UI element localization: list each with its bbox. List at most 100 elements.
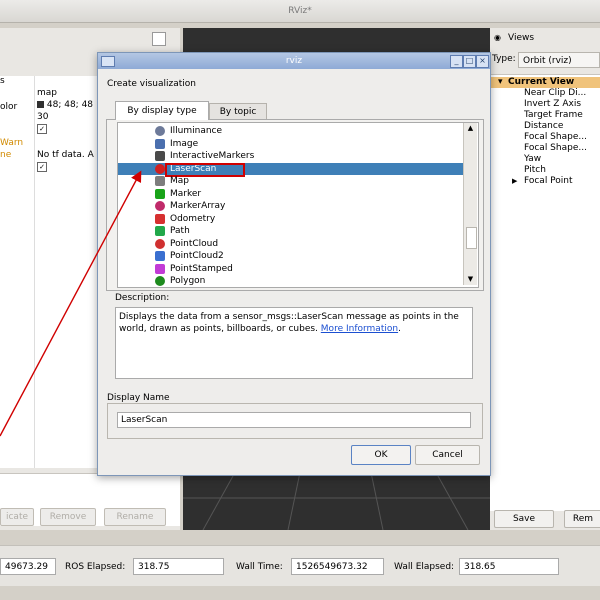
wall-elapsed-label: Wall Elapsed:	[394, 562, 455, 572]
display-type-item-label: MarkerArray	[170, 201, 226, 211]
fixed-frame-value[interactable]: map	[37, 88, 57, 98]
view-type-select[interactable]: Orbit (rviz)	[518, 52, 600, 68]
tab-by-topic[interactable]: By topic	[209, 103, 267, 120]
display-type-item-label: Path	[170, 226, 190, 236]
view-property-label: Pitch	[524, 165, 546, 175]
expand-arrow-icon[interactable]: ▾	[498, 77, 503, 88]
scroll-down-arrow-icon[interactable]: ▼	[464, 274, 477, 284]
tab-by-display-type[interactable]: By display type	[115, 101, 209, 120]
pointcloud-icon	[155, 238, 165, 249]
tree-label-partial: s	[0, 76, 5, 86]
list-scrollbar[interactable]: ▲ ▼	[463, 123, 477, 285]
background-color-value[interactable]: 48; 48; 48	[37, 100, 93, 110]
checkbox[interactable]: ✓	[37, 124, 47, 134]
panel-float-button[interactable]	[152, 32, 166, 46]
polygon-icon	[155, 276, 165, 286]
display-name-input[interactable]: LaserScan	[117, 412, 471, 428]
views-panel: ◉ Views Type: Orbit (rviz) ▾ Current Vie…	[490, 28, 600, 530]
marker-array-icon	[155, 201, 165, 211]
display-type-item[interactable]: Polygon	[118, 275, 466, 287]
map-icon	[155, 176, 165, 186]
display-type-item-label: PointCloud2	[170, 251, 224, 261]
remove-view-button[interactable]: Rem	[564, 510, 600, 528]
display-type-item[interactable]: InteractiveMarkers	[118, 150, 466, 162]
pointstamped-icon	[155, 263, 165, 274]
current-view-row[interactable]: ▾ Current View	[490, 77, 600, 88]
laserscan-icon	[155, 163, 165, 174]
view-property-row[interactable]: Target Frame	[490, 110, 600, 121]
view-property-row[interactable]: Focal Shape...	[490, 132, 600, 143]
view-property-label: Focal Shape...	[524, 132, 587, 142]
display-type-item[interactable]: Illuminance	[118, 125, 466, 137]
view-property-row[interactable]: Distance	[490, 121, 600, 132]
duplicate-button[interactable]: icate	[0, 508, 34, 526]
maximize-icon[interactable]: □	[463, 55, 476, 68]
minimize-icon[interactable]: _	[450, 55, 463, 68]
tree-label-partial: ne	[0, 150, 12, 160]
save-view-button[interactable]: Save	[494, 510, 554, 528]
cancel-button[interactable]: Cancel	[415, 445, 480, 465]
view-property-row[interactable]: ▶ Focal Point	[490, 176, 600, 187]
scroll-up-arrow-icon[interactable]: ▲	[464, 123, 477, 133]
ros-elapsed-field: 318.75	[133, 558, 224, 575]
views-type-row: Type: Orbit (rviz)	[490, 52, 600, 70]
display-type-item-label: Marker	[170, 188, 202, 199]
current-view-label: Current View	[508, 77, 575, 87]
display-type-tab-pane: Illuminance Image InteractiveMarkers LaserS…	[106, 119, 484, 291]
views-type-label: Type:	[492, 54, 516, 64]
display-type-item[interactable]: Marker	[118, 188, 466, 200]
scrollbar-thumb[interactable]	[466, 227, 477, 249]
expand-arrow-icon[interactable]: ▶	[512, 176, 517, 187]
more-information-link[interactable]: More Information	[321, 324, 398, 334]
display-type-item[interactable]: Image	[118, 138, 466, 150]
checkbox[interactable]: ✓	[37, 162, 47, 172]
view-property-row[interactable]: Near Clip Di...	[490, 88, 600, 99]
view-property-label: Focal Shape...	[524, 143, 587, 153]
close-icon[interactable]: ×	[476, 55, 489, 68]
display-type-item[interactable]: PointCloud2	[118, 250, 466, 262]
display-name-heading: Display Name	[107, 393, 170, 403]
views-tree[interactable]: ▾ Current View Near Clip Di... Invert Z …	[490, 74, 600, 511]
display-type-list[interactable]: Illuminance Image InteractiveMarkers LaserS…	[117, 122, 479, 288]
interactive-markers-icon	[155, 151, 165, 161]
dialog-heading: Create visualization	[107, 79, 196, 89]
display-type-item[interactable]: Path	[118, 225, 466, 237]
rename-button[interactable]: Rename	[104, 508, 166, 526]
display-type-item-label: PointStamped	[170, 263, 233, 274]
display-type-item[interactable]: PointCloud	[118, 238, 466, 250]
display-type-item[interactable]: Map	[118, 175, 466, 187]
display-type-item[interactable]: Odometry	[118, 213, 466, 225]
display-type-item-label: Odometry	[170, 213, 216, 224]
display-type-item[interactable]: PointStamped	[118, 263, 466, 275]
view-property-label: Focal Point	[524, 176, 573, 186]
description-heading: Description:	[115, 293, 170, 303]
check-icon: ✓	[37, 162, 47, 172]
dialog-titlebar[interactable]: rviz _ □ ×	[98, 53, 490, 69]
ros-elapsed-label: ROS Elapsed:	[65, 562, 126, 572]
status-text: No tf data. A	[37, 150, 94, 160]
window-icon	[101, 56, 115, 67]
view-property-row[interactable]: Pitch	[490, 165, 600, 176]
main-window-title: RViz*	[0, 0, 600, 23]
odometry-icon	[155, 213, 165, 224]
view-property-row[interactable]: Focal Shape...	[490, 143, 600, 154]
display-type-item-label: Image	[170, 138, 199, 149]
time-status-bar: 49673.29 ROS Elapsed: 318.75 Wall Time: …	[0, 545, 600, 586]
views-header: ◉ Views	[490, 28, 600, 48]
display-type-item-label: Map	[170, 176, 189, 186]
view-property-row[interactable]: Yaw	[490, 154, 600, 165]
display-type-item[interactable]: LaserScan	[118, 162, 466, 177]
description-box: Displays the data from a sensor_msgs::La…	[115, 307, 473, 379]
view-property-label: Distance	[524, 121, 564, 131]
pointcloud2-icon	[155, 251, 165, 261]
illuminance-icon	[155, 126, 165, 136]
remove-button[interactable]: Remove	[40, 508, 96, 526]
view-property-row[interactable]: Invert Z Axis	[490, 99, 600, 110]
check-icon: ✓	[37, 124, 47, 134]
view-property-label: Invert Z Axis	[524, 99, 582, 109]
display-type-item[interactable]: MarkerArray	[118, 200, 466, 212]
ok-button[interactable]: OK	[351, 445, 411, 465]
display-type-item-label: Illuminance	[170, 126, 223, 136]
color-swatch	[37, 101, 44, 108]
frame-rate-value[interactable]: 30	[37, 112, 48, 122]
